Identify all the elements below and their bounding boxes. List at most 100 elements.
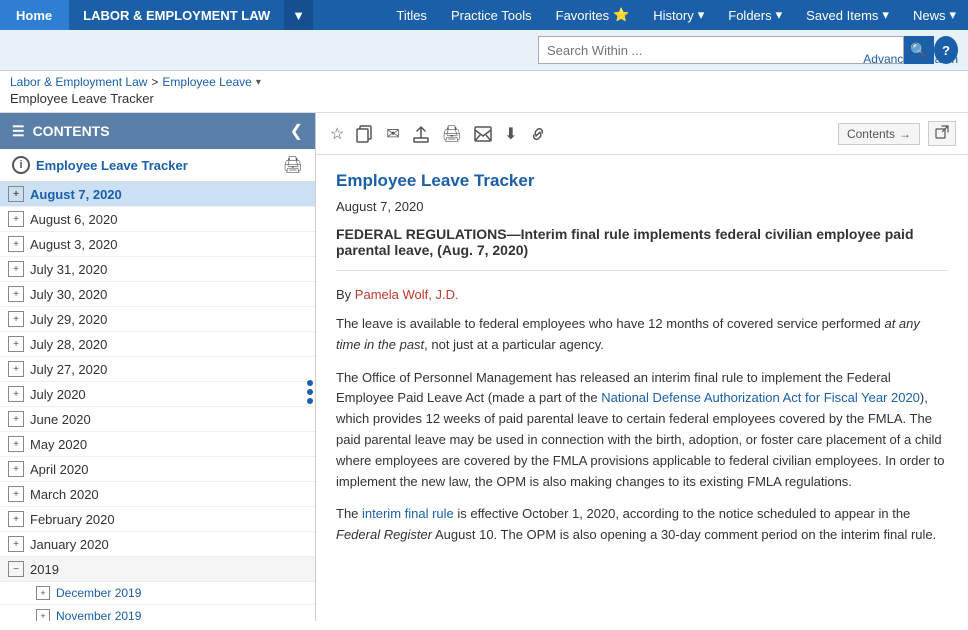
sidebar-print-icon[interactable]: 🖨	[283, 155, 303, 175]
expand-icon-jun2020[interactable]: +	[8, 411, 24, 427]
news-dropdown-icon: ▾	[949, 7, 956, 23]
sidebar-item-nov2019[interactable]: + November 2019	[0, 605, 315, 621]
sidebar-info-row: i Employee Leave Tracker 🖨	[0, 149, 315, 182]
expand-icon-jul28[interactable]: +	[8, 336, 24, 352]
favorites-star-icon: ⭐	[613, 7, 629, 23]
sidebar-item-aug3[interactable]: + August 3, 2020	[0, 232, 315, 257]
interim-rule-link[interactable]: interim final rule	[362, 506, 454, 521]
doc-toolbar: ☆ ✉ 🖨 ⬇	[316, 113, 968, 155]
folders-dropdown-icon: ▾	[776, 7, 783, 23]
nav-favorites[interactable]: Favorites ⭐	[544, 0, 642, 30]
sidebar: ☰ CONTENTS ❮ i Employee Leave Tracker 🖨 …	[0, 113, 316, 621]
scroll-dot-1	[307, 380, 313, 386]
expand-icon-jan2020[interactable]: +	[8, 536, 24, 552]
sidebar-scroll-area[interactable]: + August 7, 2020 + August 6, 2020 + Augu…	[0, 182, 315, 621]
sidebar-header-left: ☰ CONTENTS	[12, 123, 110, 140]
sidebar-item-may2020[interactable]: + May 2020	[0, 432, 315, 457]
doc-main-title: Employee Leave Tracker	[336, 171, 948, 191]
info-icon[interactable]: i	[12, 156, 30, 174]
document-section: Employee Leave Tracker August 7, 2020 FE…	[336, 171, 948, 546]
breadcrumb-bar: Labor & Employment Law > Employee Leave …	[0, 71, 968, 113]
page-title: Employee Leave Tracker	[10, 89, 958, 110]
sidebar-item-feb2020[interactable]: + February 2020	[0, 507, 315, 532]
expand-icon-aug6[interactable]: +	[8, 211, 24, 227]
expand-icon-nov2019[interactable]: +	[36, 609, 50, 621]
sidebar-doc-title[interactable]: Employee Leave Tracker	[36, 158, 277, 173]
hamburger-icon: ☰	[12, 123, 25, 140]
sidebar-collapse-button[interactable]: ❮	[290, 121, 303, 141]
sidebar-item-jul2020[interactable]: + July 2020	[0, 382, 315, 407]
expand-icon-jul29[interactable]: +	[8, 311, 24, 327]
advanced-search-link[interactable]: Advanced Search	[863, 52, 958, 66]
sidebar-item-mar2020[interactable]: + March 2020	[0, 482, 315, 507]
expand-icon-feb2020[interactable]: +	[8, 511, 24, 527]
nav-folders[interactable]: Folders ▾	[716, 0, 794, 30]
product-label: LABOR & EMPLOYMENT LAW	[83, 8, 270, 23]
ndaa-link[interactable]: National Defense Authorization Act for F…	[601, 390, 920, 405]
content-panel: ☆ ✉ 🖨 ⬇	[316, 113, 968, 621]
breadcrumb-child[interactable]: Employee Leave	[162, 75, 251, 89]
author-link[interactable]: Pamela Wolf, J.D.	[355, 287, 459, 302]
sidebar-item-jun2020[interactable]: + June 2020	[0, 407, 315, 432]
nav-news[interactable]: News ▾	[901, 0, 968, 30]
sidebar-item-jul29[interactable]: + July 29, 2020	[0, 307, 315, 332]
copy-icon[interactable]	[354, 123, 376, 145]
expand-icon-may2020[interactable]: +	[8, 436, 24, 452]
saved-items-dropdown-icon: ▾	[882, 7, 889, 23]
bookmark-icon[interactable]: ☆	[328, 122, 346, 146]
sidebar-year-2019[interactable]: − 2019	[0, 557, 315, 582]
author-prefix: By	[336, 287, 355, 302]
sidebar-item-aug7[interactable]: + August 7, 2020	[0, 182, 315, 207]
expand-icon-aug7[interactable]: +	[8, 186, 24, 202]
sidebar-item-apr2020[interactable]: + April 2020	[0, 457, 315, 482]
breadcrumb-dropdown-icon[interactable]: ▾	[256, 77, 261, 88]
link-icon[interactable]	[527, 123, 549, 145]
download-icon[interactable]: ⬇	[502, 122, 519, 146]
content-area: Employee Leave Tracker August 7, 2020 FE…	[316, 155, 968, 621]
expand-icon-jul31[interactable]: +	[8, 261, 24, 277]
scroll-dot-2	[307, 389, 313, 395]
home-nav-item[interactable]: Home	[0, 0, 68, 30]
sidebar-item-dec2019[interactable]: + December 2019	[0, 582, 315, 605]
expand-icon-apr2020[interactable]: +	[8, 461, 24, 477]
sidebar-item-jul31[interactable]: + July 31, 2020	[0, 257, 315, 282]
sidebar-item-jul28[interactable]: + July 28, 2020	[0, 332, 315, 357]
expand-icon-2019[interactable]: −	[8, 561, 24, 577]
sidebar-item-jul27[interactable]: + July 27, 2020	[0, 357, 315, 382]
email2-icon[interactable]	[472, 124, 494, 144]
contents-label: Contents	[847, 127, 895, 141]
contents-arrow-icon: →	[899, 127, 911, 141]
expand-icon-dec2019[interactable]: +	[36, 586, 50, 600]
doc-date: August 7, 2020	[336, 199, 948, 214]
doc-para-2: The Office of Personnel Management has r…	[336, 368, 948, 493]
scroll-dot-3	[307, 398, 313, 404]
doc-para-3: The interim final rule is effective Octo…	[336, 504, 948, 546]
print-icon[interactable]: 🖨	[440, 122, 464, 146]
search-bar: 🔍 ? Advanced Search	[0, 30, 968, 71]
sidebar-item-aug6[interactable]: + August 6, 2020	[0, 207, 315, 232]
sidebar-header: ☰ CONTENTS ❮	[0, 113, 315, 149]
external-link-icon[interactable]	[928, 121, 956, 146]
doc-author: By Pamela Wolf, J.D.	[336, 287, 948, 302]
top-navigation: Home LABOR & EMPLOYMENT LAW ▼ Titles Pra…	[0, 0, 968, 30]
expand-icon-jul2020[interactable]: +	[8, 386, 24, 402]
sidebar-item-jan2020[interactable]: + January 2020	[0, 532, 315, 557]
nav-saved-items[interactable]: Saved Items ▾	[794, 0, 901, 30]
nav-history[interactable]: History ▾	[641, 0, 716, 30]
product-nav-item[interactable]: LABOR & EMPLOYMENT LAW	[68, 0, 284, 30]
search-input[interactable]	[538, 36, 904, 64]
product-dropdown-arrow[interactable]: ▼	[284, 0, 313, 30]
expand-icon-jul30[interactable]: +	[8, 286, 24, 302]
doc-para-1: The leave is available to federal employ…	[336, 314, 948, 356]
breadcrumb: Labor & Employment Law > Employee Leave …	[10, 75, 958, 89]
expand-icon-mar2020[interactable]: +	[8, 486, 24, 502]
share-icon[interactable]	[410, 123, 432, 145]
nav-titles[interactable]: Titles	[384, 0, 439, 30]
breadcrumb-parent[interactable]: Labor & Employment Law	[10, 75, 147, 89]
sidebar-item-jul30[interactable]: + July 30, 2020	[0, 282, 315, 307]
contents-button[interactable]: Contents →	[838, 123, 920, 145]
expand-icon-jul27[interactable]: +	[8, 361, 24, 377]
email-icon[interactable]: ✉	[384, 122, 401, 146]
nav-practice-tools[interactable]: Practice Tools	[439, 0, 544, 30]
expand-icon-aug3[interactable]: +	[8, 236, 24, 252]
